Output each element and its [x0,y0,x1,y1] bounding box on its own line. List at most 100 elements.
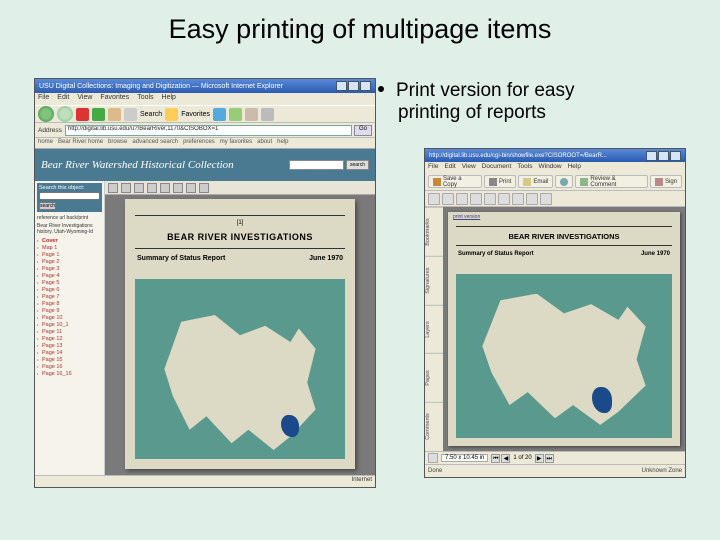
print-icon[interactable] [261,108,274,121]
print-version-link[interactable]: print version [448,212,680,222]
sidebar-tabs[interactable]: reference url back/print [37,215,102,221]
snapshot-icon[interactable] [456,193,468,205]
nav-link[interactable]: preferences [183,139,215,147]
page-link[interactable]: Page 5 [37,279,102,286]
close-button[interactable] [360,81,371,91]
page-link[interactable]: Page 15 [37,356,102,363]
next-page-icon[interactable]: ▶ [535,454,544,463]
zoom-level-icon[interactable] [484,193,496,205]
rotate-icon[interactable] [526,193,538,205]
tab-signatures[interactable]: Signatures [425,256,443,305]
stop-icon[interactable] [76,108,89,121]
tab-pages[interactable]: Pages [425,353,443,402]
hand-tool-icon[interactable] [428,193,440,205]
tab-layers[interactable]: Layers [425,305,443,354]
help-icon[interactable] [540,193,552,205]
refresh-icon[interactable] [92,108,105,121]
zoom-in-icon[interactable] [121,183,131,193]
fullscreen-icon[interactable] [186,183,196,193]
history-icon[interactable] [229,108,242,121]
menu-help[interactable]: Help [568,163,581,172]
select-tool-icon[interactable] [442,193,454,205]
menu-tools[interactable]: Tools [517,163,532,172]
tab-comments[interactable]: Comments [425,402,443,451]
banner-search-input[interactable] [289,160,344,170]
print-button[interactable]: Print [484,175,516,188]
fit-page-icon[interactable] [498,193,510,205]
menu-window[interactable]: Window [538,163,561,172]
save-copy-button[interactable]: Save a Copy [428,175,482,188]
nav-link[interactable]: browse [108,139,127,147]
menu-favorites[interactable]: Favorites [100,94,129,104]
page-link[interactable]: Page 12 [37,335,102,342]
minimize-button[interactable] [646,151,657,161]
nav-link[interactable]: my favorites [220,139,252,147]
acrobat-page-area[interactable]: print version BEAR RIVER INVESTIGATIONS … [443,207,685,451]
page-link[interactable]: Page 13 [37,342,102,349]
review-comment-button[interactable]: Review & Comment [575,175,648,188]
pan-icon[interactable] [147,183,157,193]
object-search-button[interactable]: search [39,202,56,210]
nav-link[interactable]: about [257,139,272,147]
home-icon[interactable] [108,108,121,121]
zoom-tool-icon[interactable] [470,193,482,205]
menu-view[interactable]: View [462,163,476,172]
maximize-button[interactable] [348,81,359,91]
rotate-icon[interactable] [134,183,144,193]
media-icon[interactable] [213,108,226,121]
toolbar-fav-label[interactable]: Favorites [181,111,210,118]
back-button[interactable] [38,106,54,122]
last-page-icon[interactable]: ⏭ [545,454,554,463]
email-button[interactable]: Email [518,175,553,188]
forward-button[interactable] [57,106,73,122]
page-link[interactable]: Page 4 [37,272,102,279]
menu-file[interactable]: File [38,94,49,104]
page-link[interactable]: Page 16_16 [37,370,102,377]
page-link[interactable]: Page 10 [37,314,102,321]
page-link[interactable]: Page 16 [37,363,102,370]
menu-file[interactable]: File [428,163,438,172]
page-link-cover[interactable]: Cover [37,237,102,244]
first-page-icon[interactable]: ⏮ [491,454,500,463]
menu-document[interactable]: Document [482,163,512,172]
page-link[interactable]: Page 6 [37,286,102,293]
close-button[interactable] [670,151,681,161]
maximize-button[interactable] [658,151,669,161]
prev-page-icon[interactable]: ◀ [501,454,510,463]
page-link[interactable]: Page 1 [37,251,102,258]
menu-view[interactable]: View [77,94,92,104]
page-link[interactable]: Page 8 [37,300,102,307]
page-link[interactable]: Map 1 [37,244,102,251]
nav-link[interactable]: Bear River home [58,139,103,147]
menu-edit[interactable]: Edit [57,94,69,104]
fit-width-icon[interactable] [512,193,524,205]
url-input[interactable]: http://digital.lib.usu.edu/u?/BearRiver,… [65,125,352,136]
menu-edit[interactable]: Edit [444,163,455,172]
search-icon[interactable] [124,108,137,121]
menu-tools[interactable]: Tools [137,94,153,104]
mail-icon[interactable] [245,108,258,121]
search-button[interactable] [555,175,573,188]
download-icon[interactable] [199,183,209,193]
document-page[interactable]: [1] BEAR RIVER INVESTIGATIONS Summary of… [125,199,355,469]
nav-link[interactable]: help [277,139,288,147]
nav-link[interactable]: advanced search [132,139,178,147]
toolbar-search-label[interactable]: Search [140,111,162,118]
banner-search-button[interactable]: search [346,160,369,170]
page-link[interactable]: Page 3 [37,265,102,272]
favorites-icon[interactable] [165,108,178,121]
page-link[interactable]: Page 11 [37,328,102,335]
page-link[interactable]: Page 10_1 [37,321,102,328]
go-button[interactable]: Go [354,125,372,136]
object-search-input[interactable] [39,192,100,200]
page-link[interactable]: Page 14 [37,349,102,356]
fit-width-icon[interactable] [160,183,170,193]
zoom-out-icon[interactable] [108,183,118,193]
menu-help[interactable]: Help [162,94,176,104]
tab-bookmarks[interactable]: Bookmarks [425,207,443,256]
nav-link[interactable]: home [38,139,53,147]
page-link[interactable]: Page 9 [37,307,102,314]
minimize-button[interactable] [336,81,347,91]
page-link[interactable]: Page 7 [37,293,102,300]
sign-button[interactable]: Sign [650,175,682,188]
